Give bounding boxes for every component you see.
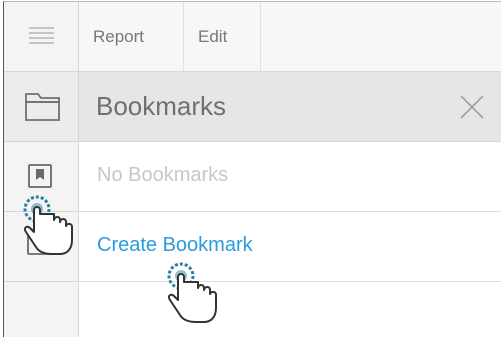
sidebar bbox=[4, 2, 79, 337]
panel-title: Bookmarks bbox=[96, 91, 227, 121]
empty-bookmarks-row: No Bookmarks bbox=[79, 142, 501, 212]
top-toolbar: Report Edit bbox=[79, 2, 501, 72]
tab-edit-label: Edit bbox=[198, 26, 228, 46]
blank-row bbox=[79, 282, 501, 337]
app-window: Report Edit Bookmarks No Bookmarks Creat… bbox=[3, 1, 501, 337]
create-bookmark-link[interactable]: Create Bookmark bbox=[97, 234, 253, 257]
hand-cursor-icon bbox=[167, 262, 217, 323]
close-icon[interactable] bbox=[459, 94, 485, 120]
tab-edit[interactable]: Edit bbox=[184, 2, 261, 71]
bookmarks-panel-header: Bookmarks bbox=[79, 72, 501, 142]
sidebar-folder-cell[interactable] bbox=[4, 72, 78, 142]
create-bookmark-row[interactable]: Create Bookmark bbox=[79, 212, 501, 282]
folder-icon[interactable] bbox=[4, 72, 78, 141]
tab-report-label: Report bbox=[93, 26, 145, 46]
tab-report[interactable]: Report bbox=[79, 2, 184, 71]
menu-icon[interactable] bbox=[4, 2, 78, 71]
sidebar-menu-cell[interactable] bbox=[4, 2, 78, 72]
empty-message: No Bookmarks bbox=[97, 164, 229, 186]
hand-cursor-icon bbox=[23, 195, 73, 255]
